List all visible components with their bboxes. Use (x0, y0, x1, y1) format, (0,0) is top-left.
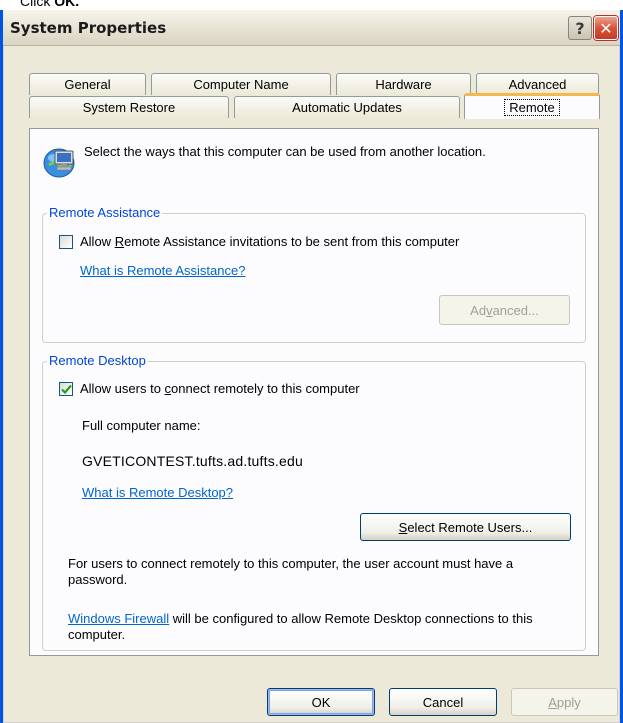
tab-system-restore-label: System Restore (82, 100, 176, 115)
remote-assistance-label-pre: Allow (80, 234, 115, 249)
full-computer-name-label: Full computer name: (82, 418, 201, 433)
tab-remote[interactable]: Remote (464, 93, 600, 119)
full-computer-name-value: GVETICONTEST.tufts.ad.tufts.edu (82, 453, 303, 469)
password-note: For users to connect remotely to this co… (68, 556, 514, 587)
tab-computer-name[interactable]: Computer Name (151, 73, 331, 95)
system-properties-window: System Properties ? ✕ General Computer N… (0, 10, 623, 723)
tab-general-label: General (64, 77, 111, 92)
remote-assistance-legend: Remote Assistance (47, 205, 163, 220)
instruction-prefix: Click (20, 0, 55, 9)
advanced-button[interactable]: Ad v anced... (439, 295, 570, 325)
select-users-mnemonic: S (398, 519, 408, 535)
tab-hardware-label: Hardware (375, 77, 432, 92)
firewall-note: Windows Firewall will be configured to a… (68, 611, 568, 643)
select-remote-users-button[interactable]: Select Remote Users... (360, 513, 571, 541)
remote-desktop-legend: Remote Desktop (47, 353, 148, 368)
intro-text: Select the ways that this computer can b… (84, 144, 486, 159)
remote-tab-panel: Select the ways that this computer can b… (29, 128, 599, 656)
cancel-button-label: Cancel (422, 694, 464, 710)
ok-button[interactable]: OK (267, 688, 375, 716)
advanced-button-pre: Ad (470, 302, 487, 318)
remote-desktop-checkbox[interactable] (59, 382, 73, 396)
remote-assistance-label-mnemonic: R (114, 234, 125, 249)
apply-button[interactable]: Apply (511, 688, 618, 716)
what-is-remote-desktop-link[interactable]: What is Remote Desktop? (82, 485, 233, 500)
instruction-text: Click OK. (20, 0, 79, 10)
close-icon: ✕ (599, 18, 613, 38)
advanced-button-post: anced... (492, 302, 539, 318)
tab-advanced[interactable]: Advanced (476, 73, 599, 95)
remote-desktop-group: Remote Desktop Allow users to connect re… (42, 353, 586, 651)
what-is-remote-assistance-link[interactable]: What is Remote Assistance? (80, 263, 245, 278)
remote-assistance-label-post: emote Assistance invitations to be sent … (124, 234, 460, 249)
checkmark-icon (61, 384, 72, 395)
title-bar[interactable]: System Properties ? ✕ (3, 10, 620, 46)
tab-automatic-updates[interactable]: Automatic Updates (234, 96, 460, 118)
tab-automatic-updates-label: Automatic Updates (292, 100, 402, 115)
remote-desktop-checkbox-label[interactable]: Allow users to connect remotely to this … (80, 381, 360, 396)
ok-button-label: OK (311, 694, 331, 710)
window-title: System Properties (10, 19, 167, 37)
close-button[interactable]: ✕ (594, 16, 618, 40)
remote-assistance-checkbox[interactable] (59, 235, 73, 249)
tab-hardware[interactable]: Hardware (336, 73, 471, 95)
tab-general[interactable]: General (29, 73, 146, 95)
cancel-button[interactable]: Cancel (389, 688, 497, 716)
tab-system-restore[interactable]: System Restore (29, 96, 229, 118)
remote-assistance-group: Remote Assistance Allow Remote Assistanc… (42, 205, 586, 343)
computer-network-icon (41, 145, 77, 181)
remote-assistance-checkbox-label[interactable]: Allow Remote Assistance invitations to b… (80, 234, 459, 249)
help-button[interactable]: ? (568, 16, 592, 40)
remote-desktop-label-post: onnect remotely to this computer (171, 381, 360, 396)
tab-remote-label: Remote (504, 99, 560, 116)
instruction-bold: OK. (54, 0, 80, 9)
help-icon: ? (575, 18, 585, 38)
windows-firewall-link[interactable]: Windows Firewall (68, 611, 169, 626)
apply-button-mnemonic: A (548, 694, 557, 710)
select-users-post: elect Remote Users... (407, 519, 533, 535)
apply-button-post: pply (556, 694, 581, 710)
tab-computer-name-label: Computer Name (193, 77, 289, 92)
tab-advanced-label: Advanced (508, 77, 567, 92)
remote-desktop-label-pre: Allow users to (80, 381, 165, 396)
